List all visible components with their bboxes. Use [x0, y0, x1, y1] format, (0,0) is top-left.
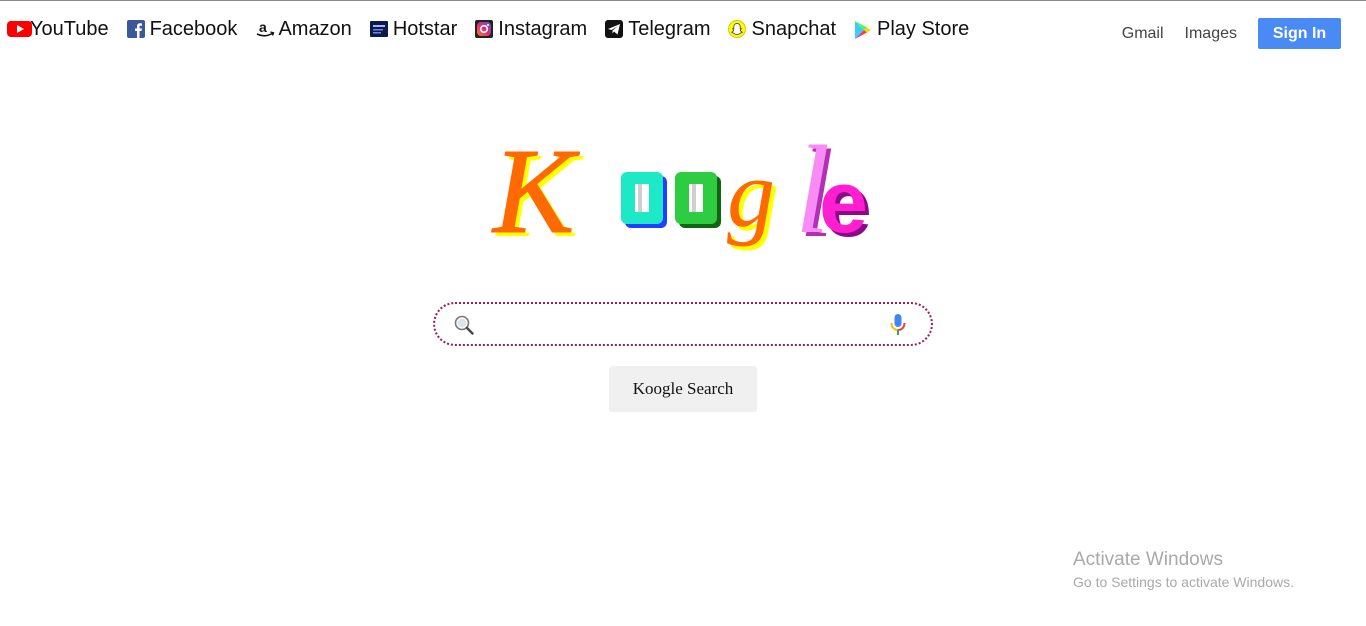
- shortcut-label: Facebook: [149, 18, 238, 40]
- shortcut-facebook[interactable]: Facebook: [126, 17, 238, 41]
- svg-text:e: e: [819, 152, 868, 251]
- svg-text:g: g: [727, 140, 775, 247]
- shortcut-label: Play Store: [877, 18, 970, 40]
- hotstar-icon: [369, 20, 388, 38]
- shortcut-label: Telegram: [628, 18, 711, 40]
- shortcut-telegram[interactable]: Telegram: [605, 17, 710, 41]
- logo-letter-o1: [621, 172, 667, 228]
- shortcut-hotstar[interactable]: Hotstar: [369, 17, 458, 41]
- youtube-icon: [7, 20, 32, 38]
- shortcut-snapchat[interactable]: Snapchat: [728, 17, 836, 41]
- shortcut-amazon[interactable]: a Amazon: [255, 17, 352, 41]
- microphone-icon[interactable]: [889, 313, 907, 337]
- amazon-icon: a: [255, 20, 275, 38]
- shortcut-youtube[interactable]: YouTube: [7, 17, 109, 41]
- logo-letter-e: e e: [819, 152, 872, 255]
- snapchat-icon: [728, 20, 747, 38]
- shortcut-label: Hotstar: [392, 18, 458, 40]
- logo-letter-g: g g: [727, 140, 779, 251]
- watermark-subtitle: Go to Settings to activate Windows.: [1073, 574, 1294, 590]
- telegram-icon: [605, 20, 624, 38]
- gmail-link[interactable]: Gmail: [1122, 25, 1164, 43]
- shortcut-play-store[interactable]: Play Store: [854, 17, 969, 41]
- search-icon: [453, 314, 475, 336]
- logo-letter-k: K K: [491, 124, 585, 264]
- shortcut-label: Snapchat: [751, 18, 836, 40]
- facebook-icon: [126, 20, 145, 38]
- activate-windows-watermark: Activate Windows Go to Settings to activ…: [1073, 549, 1294, 593]
- svg-text:K: K: [491, 124, 580, 259]
- svg-text:a: a: [259, 20, 267, 35]
- shortcut-label: Instagram: [498, 18, 588, 40]
- top-border: [0, 0, 1366, 1]
- koogle-search-button[interactable]: Koogle Search: [609, 366, 757, 412]
- play-store-icon: [854, 20, 872, 39]
- shortcut-bar: YouTube Facebook a Amazon Hotstar Instag…: [7, 16, 987, 42]
- search-bar: [433, 302, 933, 346]
- shortcut-label: Amazon: [278, 18, 352, 40]
- shortcut-label: YouTube: [30, 18, 109, 40]
- instagram-icon: [475, 20, 494, 38]
- logo-letter-o2: [675, 172, 721, 228]
- shortcut-instagram[interactable]: Instagram: [475, 17, 587, 41]
- watermark-title: Activate Windows: [1073, 549, 1223, 570]
- sign-in-button[interactable]: Sign In: [1258, 18, 1341, 49]
- koogle-logo: K K g g l l e e: [485, 118, 895, 274]
- search-input[interactable]: [487, 310, 881, 340]
- images-link[interactable]: Images: [1185, 25, 1237, 43]
- top-right-nav: Gmail Images Sign In: [1122, 18, 1341, 49]
